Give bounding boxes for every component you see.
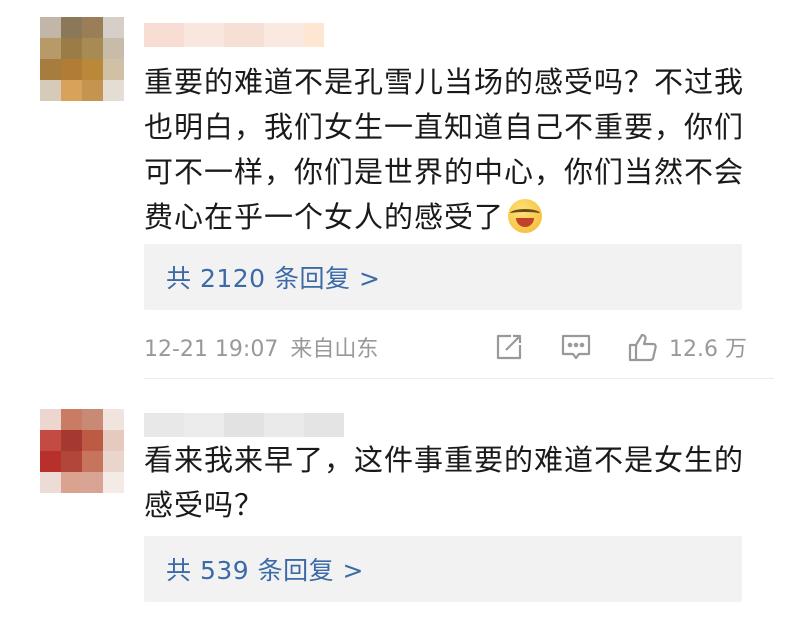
share-icon [496, 334, 522, 360]
avatar-pixel [82, 17, 103, 38]
avatar-pixel [61, 409, 82, 430]
thumbs-up-icon [628, 333, 657, 362]
comment-text-line: 感受吗？ [144, 488, 265, 522]
divider [144, 378, 774, 379]
avatar-pixel [103, 430, 124, 451]
avatar-pixel [82, 430, 103, 451]
replies-count-label: 共 539 条回复 > [166, 556, 365, 585]
avatar-pixel [82, 38, 103, 59]
like-button[interactable]: 12.6 万 [627, 331, 747, 363]
share-button[interactable] [494, 331, 524, 363]
avatar-pixel [61, 451, 82, 472]
avatar-pixel [103, 38, 124, 59]
avatar-pixel [103, 17, 124, 38]
avatar-pixel [40, 38, 61, 59]
avatar-pixel [61, 472, 82, 493]
avatar-pixel [103, 80, 124, 101]
timestamp: 12-21 19:07 [144, 337, 279, 362]
comment-meta: 12-21 19:07 来自山东 [144, 331, 378, 363]
avatar[interactable] [40, 409, 124, 493]
avatar-pixel [103, 59, 124, 80]
view-replies-button[interactable]: 共 539 条回复 > [144, 536, 742, 602]
replies-count-label: 共 2120 条回复 > [166, 264, 381, 293]
comment-text: 重要的难道不是孔雪儿当场的感受吗？不过我 也明白，我们女生一直知道自己不重要，你… [144, 60, 754, 240]
avatar-pixel [103, 451, 124, 472]
avatar-pixel [61, 80, 82, 101]
avatar-pixel [40, 17, 61, 38]
avatar-pixel [40, 451, 61, 472]
location-source: 来自山东 [290, 337, 379, 362]
comment-icon [561, 334, 591, 360]
avatar-pixel [61, 17, 82, 38]
avatar-pixel [82, 80, 103, 101]
username-blurred[interactable] [144, 23, 324, 47]
like-count: 12.6 万 [669, 337, 747, 362]
avatar-pixel [82, 409, 103, 430]
avatar-pixel [61, 430, 82, 451]
avatar-pixel [82, 451, 103, 472]
avatar-pixel [40, 80, 61, 101]
comment-text-line: 看来我来早了，这件事重要的难道不是女生的 [144, 443, 745, 477]
avatar-pixel [61, 59, 82, 80]
view-replies-button[interactable]: 共 2120 条回复 > [144, 244, 742, 310]
avatar-pixel [40, 409, 61, 430]
avatar-pixel [103, 472, 124, 493]
avatar[interactable] [40, 17, 124, 101]
comment-button[interactable] [560, 331, 592, 363]
comment-text-line: 可不一样，你们是世界的中心，你们当然不会 [144, 155, 745, 189]
avatar-pixel [40, 430, 61, 451]
username-blurred[interactable] [144, 413, 344, 437]
comment-text: 看来我来早了，这件事重要的难道不是女生的 感受吗？ [144, 438, 754, 528]
avatar-pixel [40, 472, 61, 493]
comment-text-line: 也明白，我们女生一直知道自己不重要，你们 [144, 110, 745, 144]
avatar-pixel [82, 59, 103, 80]
comment-text-line: 费心在乎一个女人的感受了 [144, 200, 505, 234]
avatar-pixel [40, 59, 61, 80]
avatar-pixel [61, 38, 82, 59]
avatar-pixel [103, 409, 124, 430]
avatar-pixel [82, 472, 103, 493]
laugh-cry-emoji-icon [508, 199, 543, 233]
comment-text-line: 重要的难道不是孔雪儿当场的感受吗？不过我 [144, 65, 745, 99]
